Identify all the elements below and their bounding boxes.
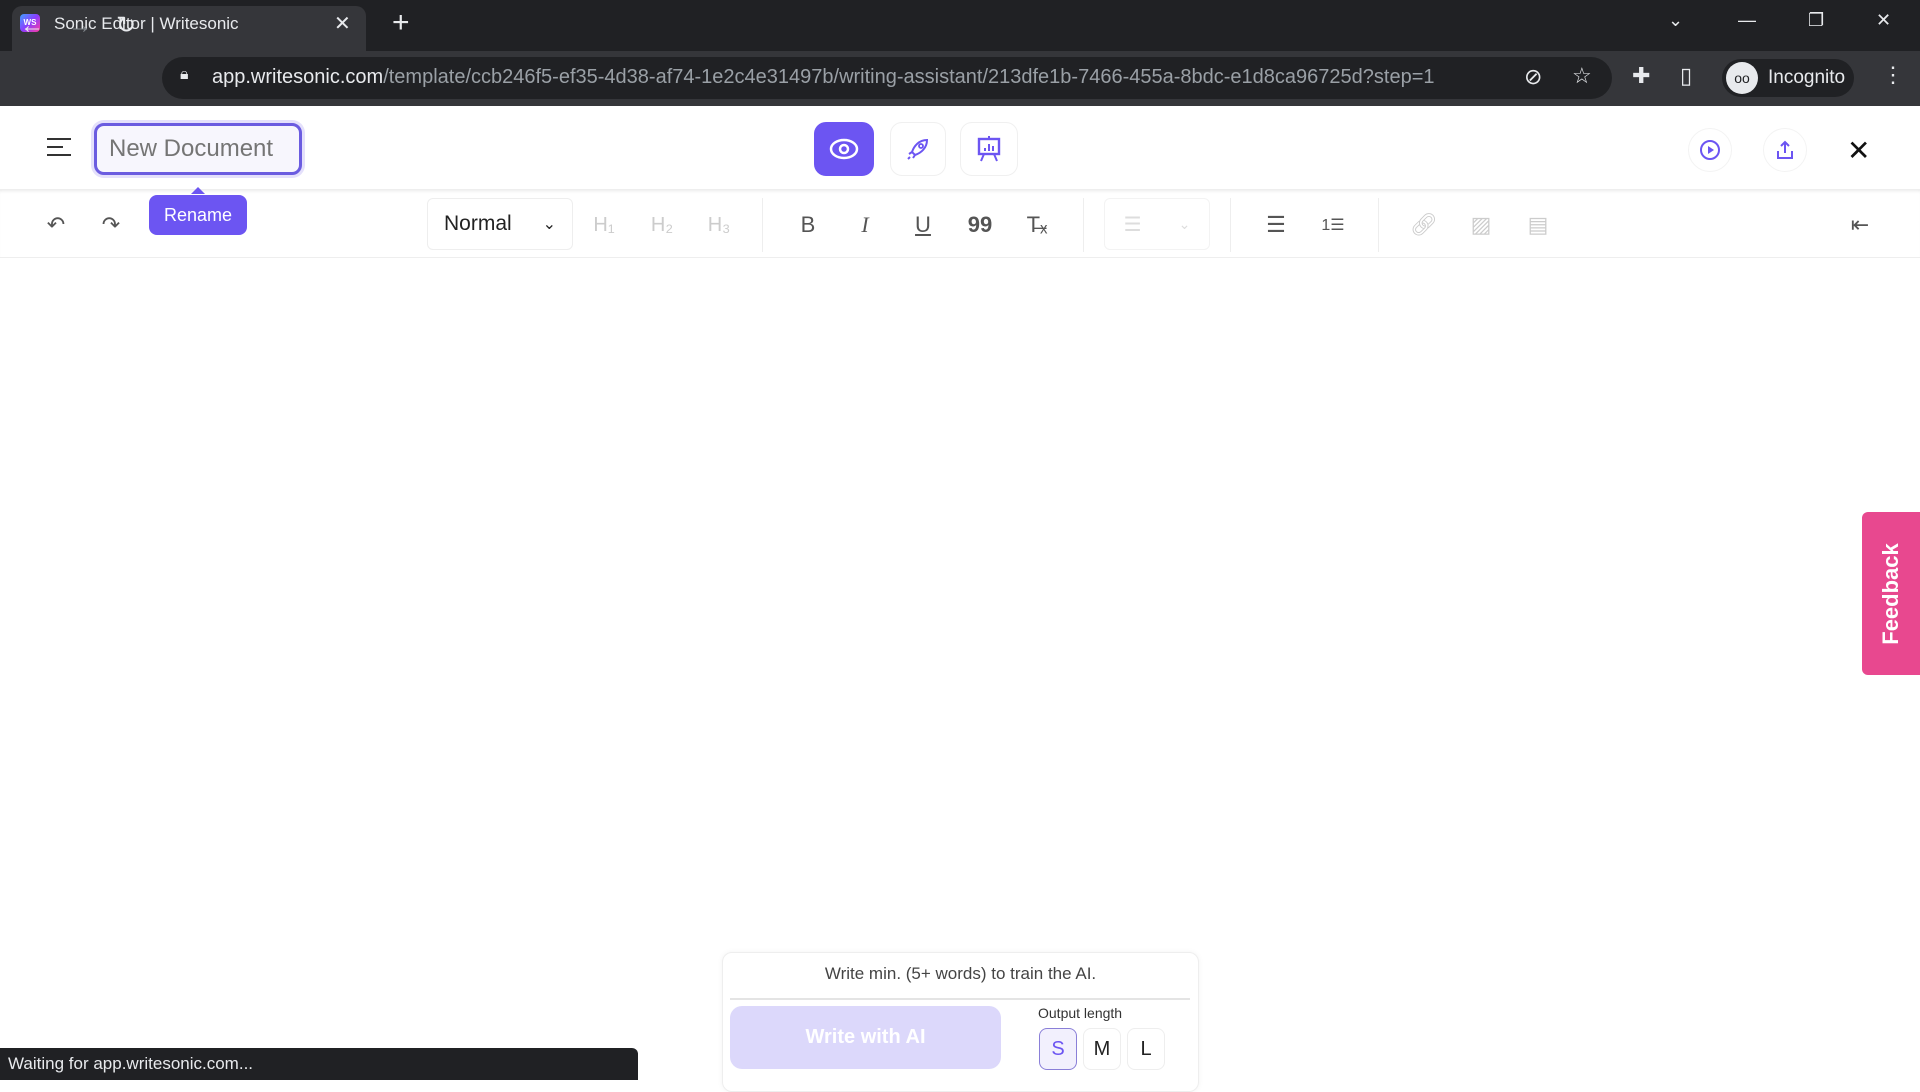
- share-upload-icon: [1777, 140, 1793, 159]
- tab-close-icon[interactable]: ✕: [334, 11, 351, 36]
- bullet-list-icon[interactable]: ☰: [1259, 208, 1293, 242]
- lock-icon[interactable]: 🔒︎: [180, 66, 189, 84]
- undo-icon[interactable]: ↶: [39, 208, 73, 242]
- document-name-input[interactable]: [94, 123, 302, 175]
- reload-icon[interactable]: ↻: [116, 14, 136, 38]
- restore-icon[interactable]: ❐: [1808, 10, 1824, 31]
- blockquote-button[interactable]: 99: [963, 208, 997, 242]
- url-text[interactable]: app.writesonic.com/template/ccb246f5-ef3…: [212, 66, 1435, 89]
- output-length-label: Output length: [1038, 1005, 1123, 1021]
- rename-tooltip: Rename: [149, 187, 247, 235]
- window-close-icon[interactable]: ✕: [1876, 10, 1891, 31]
- bold-button[interactable]: B: [791, 208, 825, 242]
- tab-search-icon[interactable]: ⌄: [1668, 10, 1683, 31]
- chevron-down-icon: ⌄: [1178, 215, 1191, 232]
- text-style-value: Normal: [444, 212, 512, 235]
- url-path: /template/ccb246f5-ef35-4d38-af74-1e2c4e…: [383, 66, 1435, 88]
- incognito-label: Incognito: [1768, 67, 1846, 88]
- length-s-button[interactable]: S: [1039, 1028, 1077, 1070]
- back-icon[interactable]: ←: [20, 14, 44, 38]
- formatting-toolbar: [0, 190, 1920, 258]
- forward-icon[interactable]: →: [68, 14, 92, 38]
- eye-icon: [829, 138, 859, 160]
- url-domain: app.writesonic.com: [212, 66, 384, 88]
- heading-3-button[interactable]: H₃: [702, 208, 736, 242]
- video-clapper-icon[interactable]: ▤: [1521, 208, 1555, 242]
- chevron-down-icon: ⌄: [542, 216, 556, 233]
- feedback-tab[interactable]: Feedback: [1862, 512, 1920, 675]
- feedback-label: Feedback: [1878, 542, 1903, 645]
- text-style-dropdown[interactable]: Normal ⌄: [427, 198, 573, 250]
- link-icon[interactable]: 🔗︎: [1407, 208, 1441, 242]
- chrome-menu-icon[interactable]: ⋮: [1882, 62, 1904, 88]
- eye-off-icon[interactable]: ⊘: [1524, 64, 1542, 90]
- collapse-panel-icon[interactable]: ⇤: [1843, 208, 1877, 242]
- write-with-ai-button[interactable]: Write with AI: [730, 1006, 1001, 1069]
- presentation-mode-button[interactable]: [960, 122, 1018, 176]
- italic-button[interactable]: I: [848, 208, 882, 242]
- panel-divider: [730, 998, 1190, 1000]
- toolbar-divider: [1378, 198, 1379, 252]
- bookmark-star-icon[interactable]: ☆: [1572, 63, 1592, 89]
- image-icon[interactable]: ▨: [1464, 208, 1498, 242]
- toolbar-divider: [762, 198, 763, 252]
- heading-1-button[interactable]: H₁: [587, 208, 621, 242]
- numbered-list-icon[interactable]: 1☰: [1316, 208, 1350, 242]
- underline-button[interactable]: U: [906, 208, 940, 242]
- preview-mode-button[interactable]: [814, 122, 874, 176]
- toolbar-divider: [1230, 198, 1231, 252]
- length-l-button[interactable]: L: [1127, 1028, 1165, 1070]
- toolbar-divider: [1083, 198, 1084, 252]
- close-editor-icon[interactable]: ✕: [1847, 134, 1870, 167]
- align-icon: ☰: [1123, 213, 1142, 236]
- minimize-icon[interactable]: —: [1738, 10, 1756, 31]
- presentation-chart-icon: [977, 136, 1001, 162]
- length-m-button[interactable]: M: [1083, 1028, 1121, 1070]
- menu-hamburger-icon[interactable]: [47, 138, 71, 158]
- redo-icon[interactable]: ↷: [94, 208, 128, 242]
- clear-format-button[interactable]: T̶ₓ: [1020, 208, 1054, 242]
- incognito-icon: oo: [1726, 62, 1758, 94]
- play-button[interactable]: [1688, 128, 1732, 172]
- browser-status-bar: Waiting for app.writesonic.com...: [0, 1048, 638, 1080]
- new-tab-icon[interactable]: +: [392, 8, 410, 38]
- align-dropdown[interactable]: ☰ ⌄: [1104, 198, 1210, 250]
- rocket-icon: [907, 138, 929, 160]
- extensions-puzzle-icon[interactable]: ✚: [1632, 63, 1650, 89]
- play-circle-icon: [1700, 140, 1720, 160]
- heading-2-button[interactable]: H₂: [645, 208, 679, 242]
- export-button[interactable]: [1763, 128, 1807, 172]
- ai-hint-text: Write min. (5+ words) to train the AI.: [824, 964, 1097, 983]
- side-panel-icon[interactable]: ▯: [1680, 63, 1692, 89]
- rocket-mode-button[interactable]: [890, 122, 946, 176]
